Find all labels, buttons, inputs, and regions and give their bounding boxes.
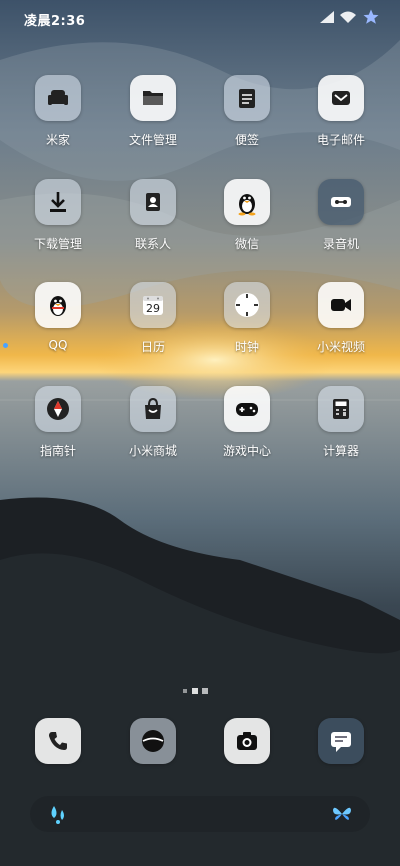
calendar-icon: 29	[130, 282, 176, 328]
app-label: 联系人	[134, 237, 171, 251]
app-recorder[interactable]: 录音机	[296, 179, 386, 252]
dock	[0, 718, 400, 768]
app-compass[interactable]: 指南针	[13, 386, 103, 459]
app-label: 电子邮件	[316, 133, 365, 147]
calculator-icon	[318, 386, 364, 432]
messages-icon	[318, 718, 364, 764]
app-label: 米家	[45, 133, 70, 147]
browser-icon	[130, 718, 176, 764]
signal-icon	[320, 11, 334, 23]
app-label-text: QQ	[48, 338, 68, 352]
app-mijia[interactable]: 米家	[13, 75, 103, 148]
app-mi-store[interactable]: 小米商城	[108, 386, 198, 459]
recorder-icon	[318, 179, 364, 225]
new-install-dot	[3, 343, 8, 348]
app-contacts[interactable]: 联系人	[108, 179, 198, 252]
app-file-manager[interactable]: 文件管理	[108, 75, 198, 148]
app-wechat[interactable]: 微信	[202, 179, 292, 252]
app-label: QQ	[3, 338, 103, 352]
app-label: 时钟	[234, 340, 259, 354]
app-label: 日历	[140, 340, 165, 354]
bottom-bar-background	[30, 796, 370, 832]
star-icon	[363, 9, 379, 24]
notes-icon	[224, 75, 270, 121]
phone-icon	[35, 718, 81, 764]
status-time: 凌晨2:36	[24, 14, 86, 29]
calendar-day: 29	[146, 301, 160, 315]
butterfly-icon[interactable]	[324, 796, 360, 832]
qq-icon	[35, 282, 81, 328]
app-label: 计算器	[322, 444, 359, 458]
compass-icon	[35, 386, 81, 432]
clock-icon	[224, 282, 270, 328]
app-calendar[interactable]: 29 日历	[108, 282, 198, 355]
app-label: 录音机	[322, 237, 359, 251]
app-label: 指南针	[39, 444, 76, 458]
store-icon	[130, 386, 176, 432]
page-dots-icon	[183, 688, 208, 694]
status-bar: 凌晨2:36	[0, 0, 400, 36]
app-mi-video[interactable]: 小米视频	[296, 282, 386, 355]
app-qq[interactable]: QQ	[3, 282, 103, 352]
dock-browser[interactable]	[108, 718, 198, 764]
app-notes[interactable]: 便签	[202, 75, 292, 148]
app-label: 小米商城	[128, 444, 177, 458]
app-label: 下载管理	[33, 237, 82, 251]
app-clock[interactable]: 时钟	[202, 282, 292, 355]
contacts-icon	[130, 179, 176, 225]
page-indicator[interactable]	[0, 686, 400, 699]
app-email[interactable]: 电子邮件	[296, 75, 386, 148]
dock-phone[interactable]	[13, 718, 103, 764]
app-label: 便签	[234, 133, 259, 147]
dock-camera[interactable]	[202, 718, 292, 764]
wifi-icon	[340, 11, 356, 23]
folder-icon	[130, 75, 176, 121]
water-drop-icon[interactable]	[40, 796, 76, 832]
mijia-icon	[35, 75, 81, 121]
app-label: 小米视频	[316, 340, 365, 354]
app-game-center[interactable]: 游戏中心	[202, 386, 292, 459]
camera-icon	[224, 718, 270, 764]
download-icon	[35, 179, 81, 225]
app-calculator[interactable]: 计算器	[296, 386, 386, 459]
app-label: 游戏中心	[222, 444, 271, 458]
app-label: 微信	[234, 237, 259, 251]
app-download-manager[interactable]: 下载管理	[13, 179, 103, 252]
video-icon	[318, 282, 364, 328]
mail-icon	[318, 75, 364, 121]
penguin-icon	[224, 179, 270, 225]
dock-messages[interactable]	[296, 718, 386, 764]
app-label: 文件管理	[128, 133, 177, 147]
gamepad-icon	[224, 386, 270, 432]
